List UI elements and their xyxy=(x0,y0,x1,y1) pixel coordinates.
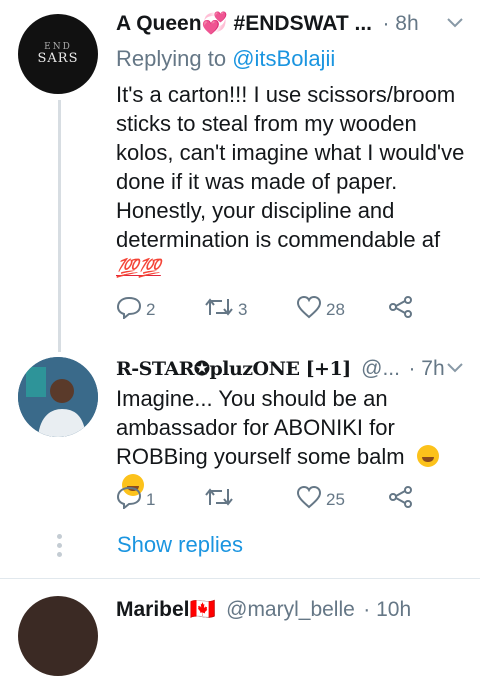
handle[interactable]: @... xyxy=(361,357,400,380)
display-name[interactable]: A Queen💞 #ENDSWAT ... xyxy=(116,12,372,35)
reply-count: 1 xyxy=(146,489,156,509)
text-line: done if it was made of paper. xyxy=(116,169,398,194)
like-count: 25 xyxy=(326,489,345,509)
hundred-emoji: 💯💯 xyxy=(116,258,161,278)
person-photo xyxy=(18,357,98,437)
text-line: ambassador for ABONIKI for xyxy=(116,415,395,440)
replying-to: Replying to @itsBolajii xyxy=(116,46,335,72)
thread-dots xyxy=(57,534,62,561)
tweet-header: R-STAR✪pluzONE [+1] @... · 7h xyxy=(116,357,464,387)
text-line: Imagine... You should be an xyxy=(116,386,388,411)
chevron-down-icon[interactable] xyxy=(446,16,464,35)
like-button[interactable]: 28 xyxy=(296,295,345,324)
chevron-down-icon[interactable] xyxy=(446,361,464,380)
display-name[interactable]: Maribel🇨🇦 xyxy=(116,598,216,621)
share-button[interactable] xyxy=(388,295,418,324)
handle[interactable]: @maryl_belle xyxy=(226,598,355,621)
tweet-header: A Queen💞 #ENDSWAT ... · 8h xyxy=(116,12,464,42)
laughing-emoji-icon xyxy=(416,445,439,467)
like-count: 28 xyxy=(326,299,345,319)
timestamp[interactable]: · 10h xyxy=(363,598,411,621)
avatar[interactable] xyxy=(18,357,98,437)
text-line: sticks to steal from my wooden xyxy=(116,111,417,136)
tweet-text: Imagine... You should be an ambassador f… xyxy=(116,384,466,500)
reply-icon xyxy=(116,295,146,324)
retweet-count: 3 xyxy=(238,299,248,319)
reply-button[interactable]: 2 xyxy=(116,295,155,324)
text-line: It's a carton!!! I use scissors/broom xyxy=(116,82,456,107)
retweet-button[interactable]: 3 xyxy=(204,295,247,324)
heart-icon xyxy=(296,295,326,324)
text-line: Honestly, your discipline and xyxy=(116,198,395,223)
text-line: kolos, can't imagine what I would've xyxy=(116,140,465,165)
share-icon xyxy=(388,485,418,514)
replying-prefix: Replying to xyxy=(116,46,233,71)
text-line: ROBBing yourself some balm xyxy=(116,444,405,469)
timestamp[interactable]: · 7h xyxy=(408,357,444,380)
like-button[interactable]: 25 xyxy=(296,485,345,514)
share-icon xyxy=(388,295,418,324)
avatar-text-bottom: SARS xyxy=(37,51,79,66)
thread-line xyxy=(58,100,61,352)
action-bar: 2 3 28 xyxy=(116,295,416,325)
avatar[interactable] xyxy=(18,596,98,676)
reply-count: 2 xyxy=(146,299,156,319)
display-name[interactable]: R-STAR✪pluzONE [+1] xyxy=(116,358,351,380)
mention-link[interactable]: @itsBolajii xyxy=(232,46,335,71)
tweet-header: Maribel🇨🇦 @maryl_belle · 10h xyxy=(116,598,464,628)
text-line: determination is commendable af xyxy=(116,227,441,252)
action-bar: 1 25 xyxy=(116,485,416,515)
retweet-button[interactable] xyxy=(204,485,238,514)
tweet-text: It's a carton!!! I use scissors/broom st… xyxy=(116,80,466,283)
show-replies-link[interactable]: Show replies xyxy=(117,532,243,558)
heart-icon xyxy=(296,485,326,514)
timestamp[interactable]: · 8h xyxy=(382,12,418,35)
reply-icon xyxy=(116,485,146,514)
reply-button[interactable]: 1 xyxy=(116,485,155,514)
divider xyxy=(0,578,480,579)
avatar[interactable]: END SARS xyxy=(18,14,98,94)
retweet-icon xyxy=(204,485,238,514)
share-button[interactable] xyxy=(388,485,418,514)
retweet-icon xyxy=(204,295,238,324)
